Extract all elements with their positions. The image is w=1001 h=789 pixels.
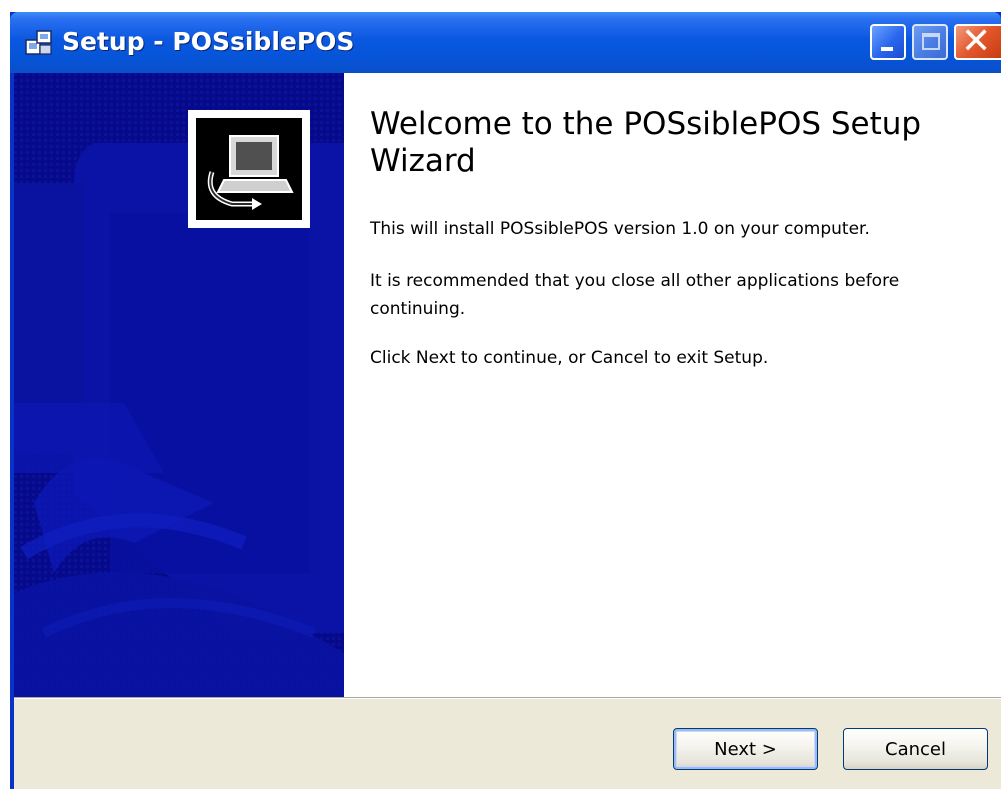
title-bar[interactable]: Setup - POSsiblePOS ✕: [10, 12, 1001, 73]
window-title: Setup - POSsiblePOS: [62, 27, 355, 56]
close-icon: ✕: [961, 21, 992, 62]
minimize-icon: [881, 47, 893, 51]
next-button[interactable]: Next >: [673, 728, 818, 770]
setup-logo-frame: [188, 110, 310, 228]
cancel-button[interactable]: Cancel: [843, 728, 988, 770]
button-area-divider-highlight: [14, 698, 1001, 699]
screen: Setup - POSsiblePOS ✕ Welcome to the POS…: [0, 0, 1001, 789]
wizard-content: Welcome to the POSsiblePOS Setup Wizard …: [344, 73, 1001, 697]
setup-window: Setup - POSsiblePOS ✕ Welcome to the POS…: [10, 12, 1001, 789]
instructions-text: Click Next to continue, or Cancel to exi…: [370, 348, 769, 368]
wizard-side-image: [14, 73, 344, 697]
maximize-button[interactable]: [912, 24, 948, 60]
close-button[interactable]: ✕: [954, 21, 1001, 62]
wizard-client-area: Welcome to the POSsiblePOS Setup Wizard …: [14, 73, 1001, 789]
wizard-heading: Welcome to the POSsiblePOS Setup Wizard: [370, 106, 922, 179]
setup-installer-icon: [25, 30, 52, 55]
close-apps-recommendation-text: It is recommended that you close all oth…: [370, 271, 900, 319]
maximize-icon: [922, 33, 940, 50]
install-info-text: This will install POSsiblePOS version 1.…: [370, 219, 870, 239]
logo-background: [196, 118, 302, 220]
computer-install-icon: [207, 135, 294, 210]
minimize-button[interactable]: [870, 24, 906, 60]
